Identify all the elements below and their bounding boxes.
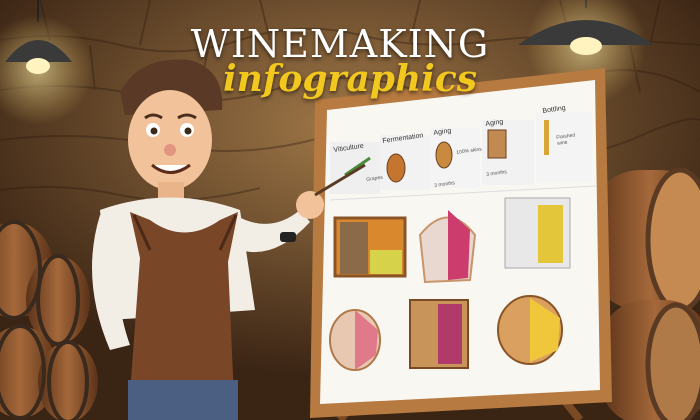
title-infographics: infographics <box>222 58 478 100</box>
winemaking-scene: WINEMAKING infographics Viticulture Grap… <box>0 0 700 420</box>
